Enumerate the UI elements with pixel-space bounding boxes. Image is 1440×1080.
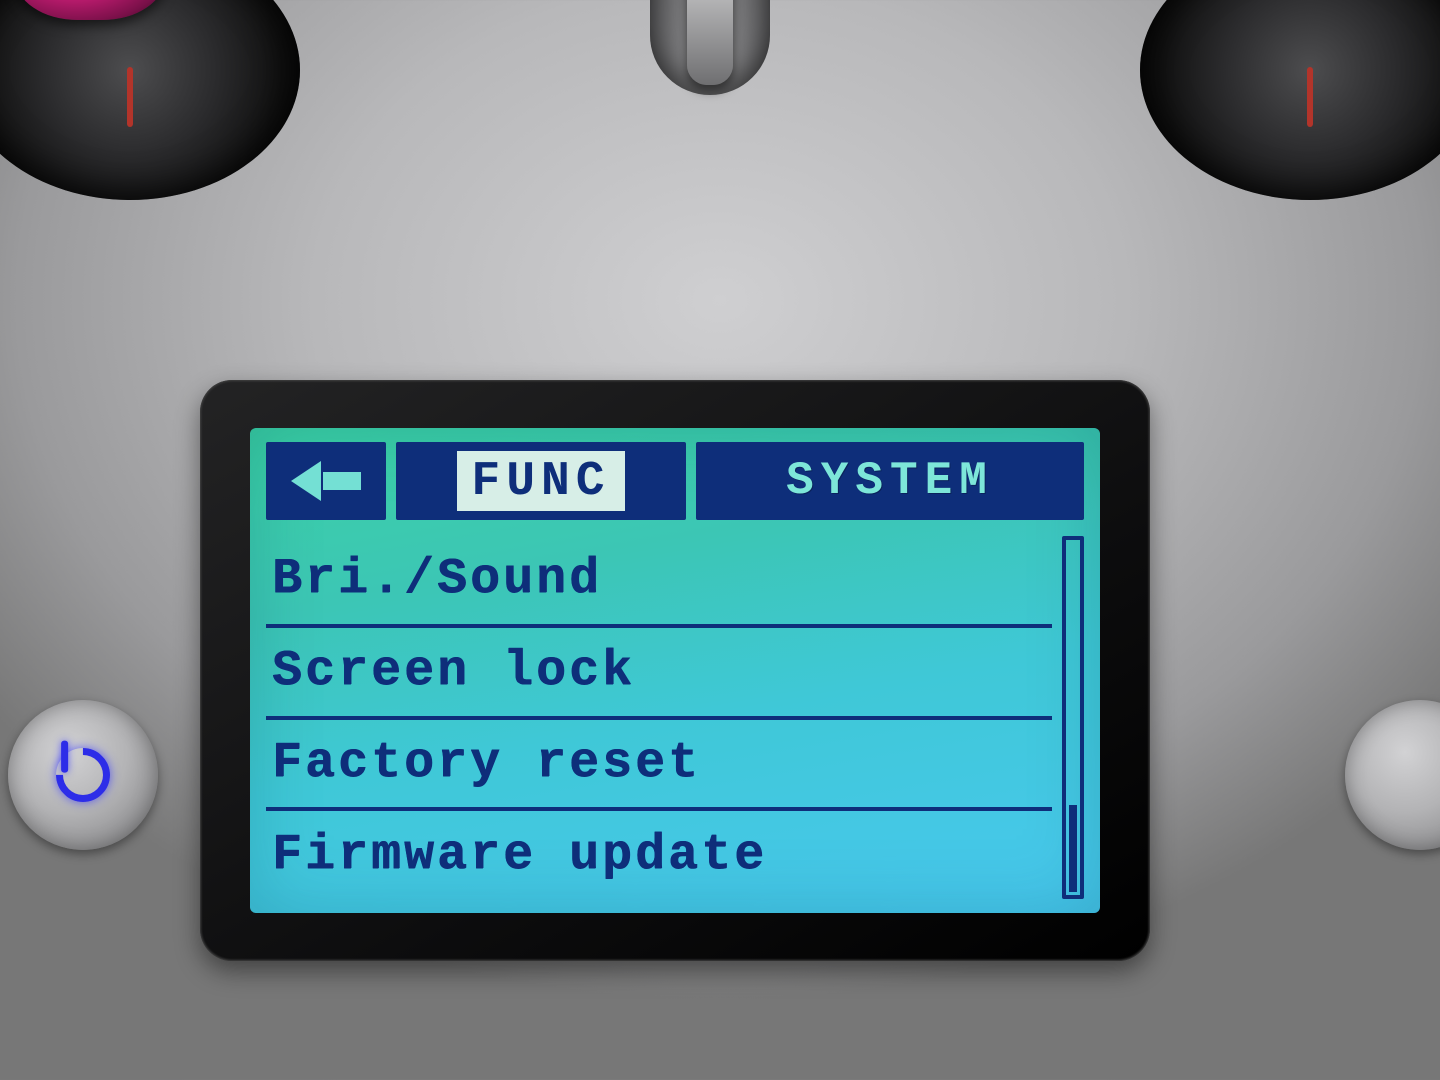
gimbal-tick bbox=[1307, 67, 1313, 127]
lcd-screen: FUNC SYSTEM Bri./Sound Screen lock Facto… bbox=[250, 428, 1100, 913]
tab-func-label: FUNC bbox=[457, 451, 624, 511]
tab-system[interactable]: SYSTEM bbox=[696, 442, 1084, 520]
center-toggle-switch[interactable] bbox=[650, 0, 770, 95]
menu-item-label: Factory reset bbox=[272, 735, 701, 792]
menu-list: Bri./Sound Screen lock Factory reset Fir… bbox=[266, 536, 1052, 899]
scrollbar[interactable] bbox=[1062, 536, 1084, 899]
menu-item-factory-reset[interactable]: Factory reset bbox=[266, 716, 1052, 808]
tab-system-label: SYSTEM bbox=[786, 455, 994, 507]
right-gimbal[interactable] bbox=[1140, 0, 1440, 200]
tab-func[interactable]: FUNC bbox=[396, 442, 686, 520]
power-button[interactable] bbox=[8, 700, 158, 850]
select-button[interactable] bbox=[1345, 700, 1440, 850]
stick-cap[interactable] bbox=[15, 0, 165, 20]
menu-item-screen-lock[interactable]: Screen lock bbox=[266, 624, 1052, 716]
menu-item-brightness-sound[interactable]: Bri./Sound bbox=[266, 536, 1052, 624]
gimbal-tick bbox=[127, 67, 133, 127]
menu-item-label: Screen lock bbox=[272, 643, 635, 700]
menu-item-firmware-update[interactable]: Firmware update bbox=[266, 807, 1052, 899]
lcd-bezel: FUNC SYSTEM Bri./Sound Screen lock Facto… bbox=[200, 380, 1150, 961]
menu-item-label: Bri./Sound bbox=[272, 551, 602, 608]
arrow-left-icon bbox=[291, 464, 361, 498]
left-gimbal[interactable] bbox=[0, 0, 300, 200]
menu-item-label: Firmware update bbox=[272, 827, 767, 884]
back-button[interactable] bbox=[266, 442, 386, 520]
scrollbar-thumb[interactable] bbox=[1069, 805, 1077, 892]
header-bar: FUNC SYSTEM bbox=[266, 442, 1084, 520]
power-icon bbox=[45, 737, 121, 813]
